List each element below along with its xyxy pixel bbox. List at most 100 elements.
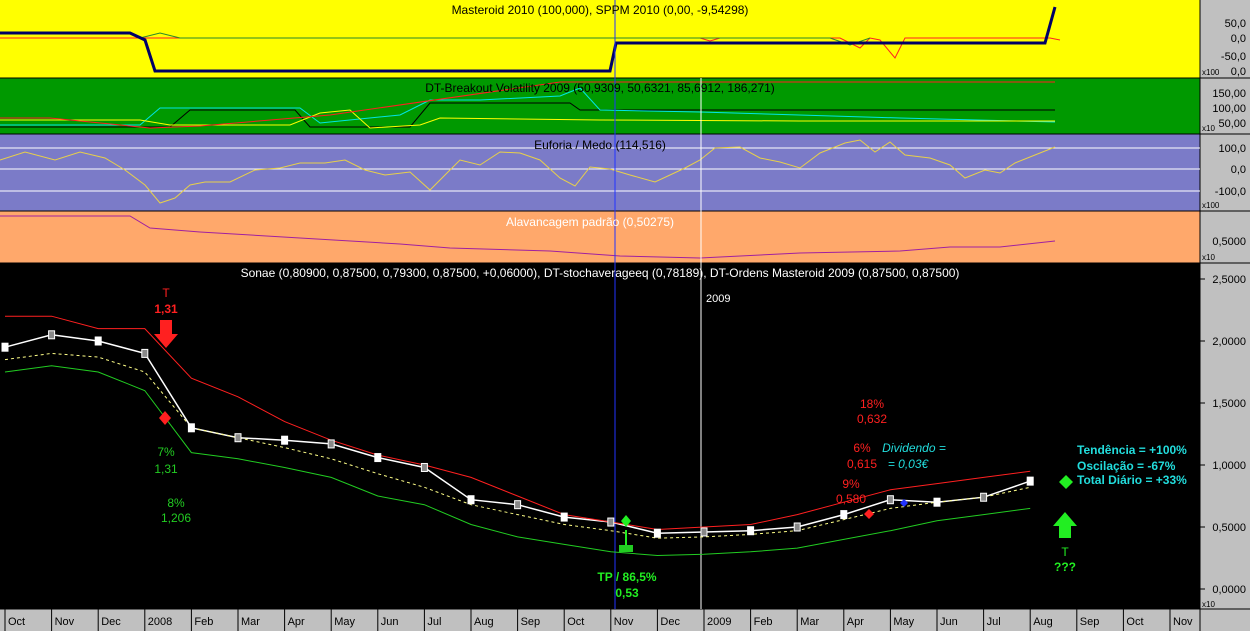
price-candle [234, 433, 242, 443]
x-tick-label: May [893, 616, 914, 628]
masteroid-title: Masteroid 2010 (100,000), SPPM 2010 (0,0… [452, 3, 749, 17]
x-tick-label: 2008 [148, 616, 172, 628]
main-tick: 1,0000 [1212, 460, 1246, 472]
main-tick: 2,0000 [1212, 336, 1246, 348]
breakout-tick: 100,00 [1212, 103, 1246, 115]
price-candle [560, 512, 568, 522]
price-candle [653, 528, 661, 538]
x-tick-label: Jun [940, 616, 958, 628]
price-candle [1026, 476, 1034, 486]
main-tick: 2,5000 [1212, 274, 1246, 286]
price-candle [1, 342, 9, 352]
main-tick: 0,0000 [1212, 584, 1246, 596]
x-tick-label: Apr [288, 616, 305, 628]
x-tick-label: Feb [754, 616, 773, 628]
alavancagem-title: Alavancagem padrão (0,50275) [506, 215, 674, 229]
price-candle [840, 510, 848, 520]
x-tick-label: Sep [1080, 616, 1100, 628]
sell-signal-price: 1,31 [154, 302, 178, 316]
main-price-panel [0, 263, 1200, 609]
masteroid-tick: 0,0 [1231, 66, 1246, 78]
x-tick-label: Sep [521, 616, 541, 628]
x-tick-label: Mar [800, 616, 819, 628]
x-tick-label: Aug [1033, 616, 1053, 628]
x-tick-label: Nov [614, 616, 634, 628]
x-tick-label: Dec [660, 616, 680, 628]
future-t: T [1061, 545, 1069, 559]
main-scale: x10 [1202, 600, 1215, 609]
price-candle [374, 453, 382, 463]
breakout-title: DT-Breakout Volatility 2009 (50,9309, 50… [425, 81, 775, 95]
a9-pct: 9% [842, 477, 860, 491]
a18-pct: 18% [860, 397, 884, 411]
masteroid-tick: 50,0 [1225, 18, 1246, 30]
price-candle [420, 462, 428, 472]
main-tick: 0,5000 [1212, 522, 1246, 534]
a6-pct: 6% [853, 441, 871, 455]
x-tick-label: Oct [8, 616, 25, 628]
price-candle [467, 495, 475, 505]
trading-chart: Masteroid 2010 (100,000), SPPM 2010 (0,0… [0, 0, 1250, 631]
alavancagem-scale: x10 [1202, 253, 1215, 262]
x-tick-label: Dec [101, 616, 121, 628]
price-candle [886, 495, 894, 505]
x-tick-label: Mar [241, 616, 260, 628]
x-tick-label: May [334, 616, 355, 628]
masteroid-tick: -50,0 [1221, 51, 1246, 63]
x-tick-label: Feb [194, 616, 213, 628]
x-tick-label: Nov [55, 616, 75, 628]
euforia-scale: x100 [1202, 201, 1220, 210]
a18-price: 0,632 [857, 412, 887, 426]
x-tick-label: Jul [987, 616, 1001, 628]
x-tick-label: Oct [567, 616, 584, 628]
price-candle [793, 522, 801, 532]
euforia-tick: 0,0 [1231, 164, 1246, 176]
euforia-title: Euforia / Medo (114,516) [534, 138, 666, 152]
x-tick-label: Apr [847, 616, 864, 628]
tp-label: TP / 86,5% [597, 570, 656, 584]
buy1-pct: 7% [157, 445, 175, 459]
breakout-tick: 150,00 [1212, 88, 1246, 100]
sell-signal-t: T [162, 286, 170, 300]
a6-price: 0,615 [847, 457, 877, 471]
masteroid-tick: 0,0 [1231, 33, 1246, 45]
price-candle [281, 435, 289, 445]
breakout-scale: x10 [1202, 124, 1215, 133]
price-candle [933, 497, 941, 507]
main-tick: 1,5000 [1212, 398, 1246, 410]
x-tick-label: Aug [474, 616, 494, 628]
price-candle [980, 492, 988, 502]
buy2-pct: 8% [167, 496, 185, 510]
x-tick-label: Jun [381, 616, 399, 628]
breakout-tick: 50,00 [1218, 118, 1246, 130]
tp-box-icon [619, 545, 633, 552]
x-tick-label: Oct [1126, 616, 1143, 628]
buy2-price: 1,206 [161, 511, 191, 525]
price-candle [141, 348, 149, 358]
total-text: Total Diário = +33% [1077, 473, 1187, 487]
x-tick-label: 2009 [707, 616, 731, 628]
price-candle [607, 517, 615, 527]
year-marker-label: 2009 [706, 293, 730, 305]
price-candle [187, 423, 195, 433]
price-candle [747, 526, 755, 536]
price-candle [700, 527, 708, 537]
x-tick-label: Nov [1173, 616, 1193, 628]
summary-box: Tendência = +100% Oscilação = -67% Total… [1077, 443, 1187, 487]
buy1-price: 1,31 [154, 462, 178, 476]
tendencia-text: Tendência = +100% [1077, 443, 1187, 457]
masteroid-scale: x100 [1202, 68, 1220, 77]
alavancagem-tick: 0,5000 [1212, 236, 1246, 248]
dividend-label: Dividendo = [882, 441, 946, 455]
euforia-tick: -100,0 [1215, 186, 1246, 198]
price-candle [48, 330, 56, 340]
price-candle [514, 500, 522, 510]
tp-price: 0,53 [615, 586, 639, 600]
oscilacao-text: Oscilação = -67% [1077, 459, 1176, 473]
main-title: Sonae (0,80900, 0,87500, 0,79300, 0,8750… [241, 266, 960, 280]
future-q: ??? [1054, 560, 1076, 574]
price-candle [327, 439, 335, 449]
a9-price: 0,580 [836, 492, 866, 506]
euforia-tick: 100,0 [1218, 143, 1246, 155]
price-candle [94, 336, 102, 346]
